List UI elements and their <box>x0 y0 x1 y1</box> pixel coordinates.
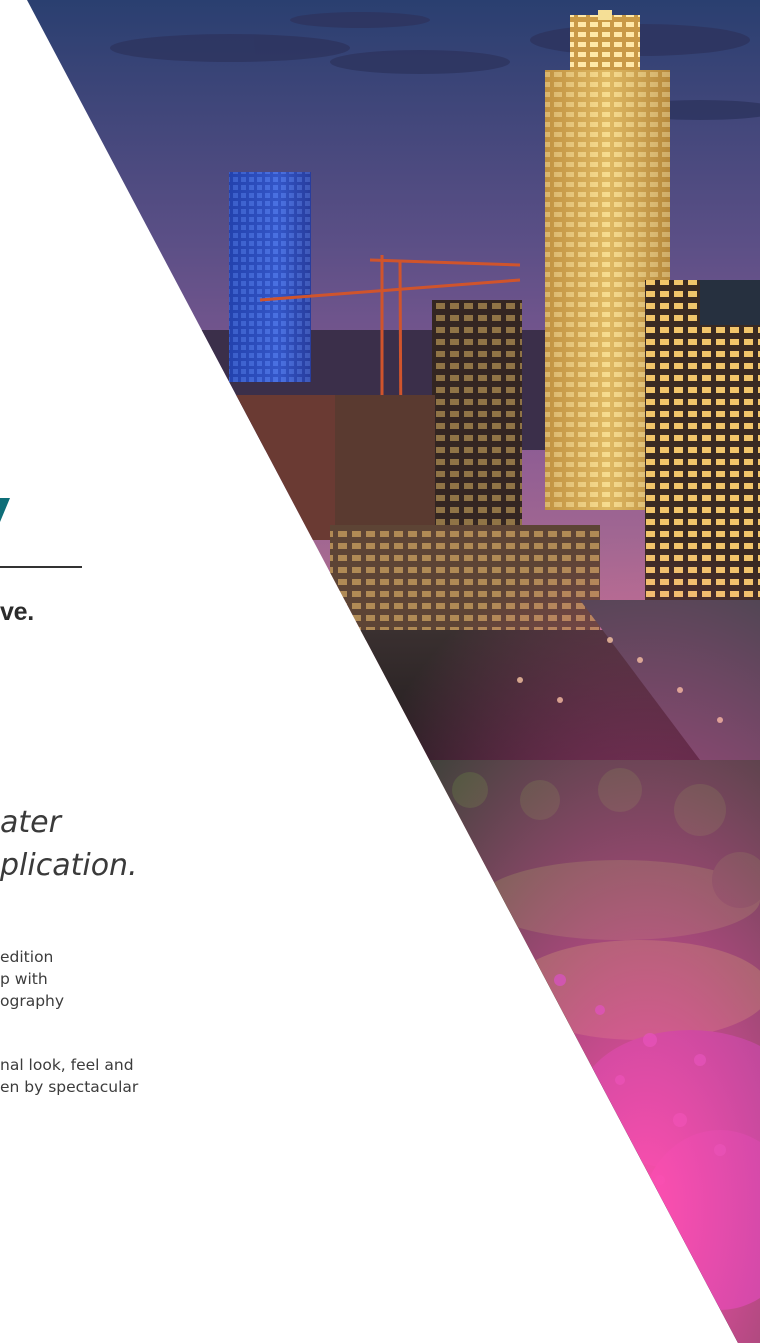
body-line: en by spectacular <box>0 1078 139 1096</box>
park <box>27 0 760 1343</box>
body-line: ography <box>0 992 65 1010</box>
accent-wedge <box>0 498 10 522</box>
city-photo <box>0 0 760 1343</box>
body-line: edition <box>0 948 54 966</box>
lead-line-1: ater <box>0 805 61 840</box>
body-line: p with <box>0 970 48 988</box>
lead-line-2: plication. <box>0 848 138 883</box>
divider-rule <box>0 566 82 568</box>
tagline: ve. <box>0 598 34 626</box>
body-line: nal look, feel and <box>0 1056 134 1074</box>
